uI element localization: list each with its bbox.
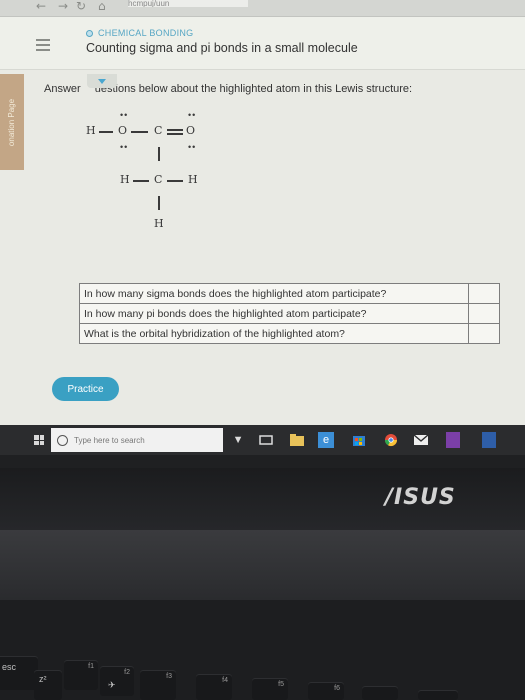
collapse-button[interactable] (87, 74, 117, 88)
lone-pair: •• (188, 110, 197, 120)
key-f7[interactable] (362, 686, 398, 700)
key-label: f1 (88, 663, 94, 670)
forward-button[interactable]: → (58, 0, 68, 12)
menu-icon[interactable] (36, 39, 50, 54)
brand-logo: /ISUS (385, 485, 456, 510)
lewis-structure: H O •• •• C O •• •• H C H H (80, 100, 230, 240)
refresh-button[interactable]: ↻ (76, 0, 86, 12)
question-table: In how many sigma bonds does the highlig… (79, 283, 500, 344)
browser-toolbar: ← → ↻ ⌂ hcmpuj/uun (0, 0, 525, 17)
microphone-icon[interactable]: ▼ (233, 432, 244, 448)
bond-single (158, 147, 160, 161)
topic-text: CHEMICAL BONDING (98, 28, 194, 38)
bond-single (167, 180, 183, 182)
back-button[interactable]: ← (36, 0, 46, 12)
laptop-screen: ← → ↻ ⌂ hcmpuj/uun CHEMICAL BONDING Coun… (0, 0, 525, 468)
laptop-hinge (0, 530, 525, 600)
atom-h: H (154, 217, 164, 230)
key-label: esc (2, 662, 17, 672)
key-f3[interactable]: f3 (140, 670, 176, 700)
store-icon[interactable] (352, 432, 366, 448)
airplane-icon: ✈ (108, 680, 116, 690)
key-f1[interactable]: f1 (64, 660, 98, 690)
key-f6[interactable]: f6 (308, 682, 344, 700)
practice-button[interactable]: Practice (52, 377, 119, 401)
answer-input[interactable] (468, 283, 500, 304)
key-f5[interactable]: f5 (252, 678, 288, 700)
taskbar-search-input[interactable]: Type here to search (51, 428, 223, 452)
windows-taskbar: Type here to search ▼ e (0, 425, 525, 455)
key-esc[interactable]: esc (0, 656, 38, 690)
question-text: What is the orbital hybridization of the… (79, 323, 469, 344)
progress-circle-icon (86, 29, 93, 37)
table-row: In how many pi bonds does the highlighte… (79, 303, 500, 324)
answer-input[interactable] (468, 323, 500, 344)
bond-single (131, 131, 148, 133)
screen-bottom-edge (0, 455, 525, 468)
key-label: f2 (124, 669, 130, 676)
key-label: f5 (278, 681, 284, 688)
edge-icon[interactable]: e (318, 432, 334, 448)
address-bar[interactable]: hcmpuj/uun (128, 0, 248, 7)
lone-pair: •• (120, 142, 129, 152)
atom-c: C (154, 124, 163, 137)
lone-pair: •• (188, 142, 197, 152)
home-button[interactable]: ⌂ (98, 0, 106, 12)
bond-double (167, 133, 183, 135)
page-title: Counting sigma and pi bonds in a small m… (86, 41, 358, 55)
atom-o: O (118, 124, 128, 137)
page-header: CHEMICAL BONDING Counting sigma and pi b… (0, 17, 525, 70)
answer-input[interactable] (468, 303, 500, 324)
windows-start-icon[interactable] (34, 435, 44, 445)
task-view-icon[interactable] (259, 432, 273, 448)
topic-label: CHEMICAL BONDING (86, 28, 193, 38)
side-tab-label: onation Page (7, 98, 17, 146)
chrome-icon[interactable] (384, 432, 398, 448)
key-label: f4 (222, 677, 228, 684)
key-f4[interactable]: f4 (196, 674, 232, 700)
search-placeholder: Type here to search (74, 435, 145, 445)
atom-c-highlighted: C (154, 173, 163, 186)
table-row: What is the orbital hybridization of the… (79, 323, 500, 344)
atom-h: H (120, 173, 130, 186)
keyboard: esc z² f1 f2 ✈ f3 f4 f5 f6 (0, 600, 525, 700)
table-row: In how many sigma bonds does the highlig… (79, 283, 500, 304)
key-f2[interactable]: f2 ✈ (100, 666, 134, 696)
key-label: f3 (166, 673, 172, 680)
atom-h: H (188, 173, 198, 186)
atom-h: H (86, 124, 96, 137)
bond-single (133, 180, 149, 182)
word-icon[interactable] (482, 432, 496, 448)
chevron-down-icon (98, 78, 106, 84)
key-z2[interactable]: z² (34, 670, 62, 700)
question-text: In how many sigma bonds does the highlig… (79, 283, 469, 304)
mail-icon[interactable] (414, 432, 428, 448)
onenote-icon[interactable] (446, 432, 460, 448)
cortana-icon (57, 434, 68, 446)
file-explorer-icon[interactable] (290, 432, 304, 448)
key-label: f6 (334, 685, 340, 692)
atom-o: O (186, 124, 196, 137)
question-text: In how many pi bonds does the highlighte… (79, 303, 469, 324)
bond-double (167, 129, 183, 131)
bond-single (99, 131, 113, 133)
lone-pair: •• (120, 110, 129, 120)
bond-single (158, 196, 160, 210)
key-f8[interactable] (418, 690, 458, 700)
side-tab[interactable]: onation Page (0, 74, 24, 170)
key-label: z² (39, 674, 47, 684)
